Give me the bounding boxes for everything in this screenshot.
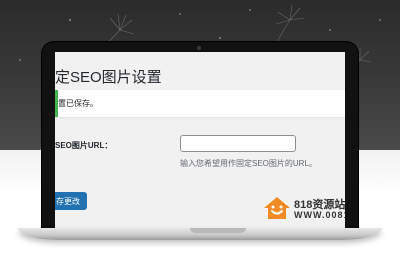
house-logo-icon [264, 197, 290, 219]
site-watermark: 818资源站 WWW.0081 [262, 192, 345, 232]
laptop-base [18, 228, 382, 240]
page-title: 定SEO图片设置 [55, 69, 162, 86]
watermark-domain: WWW.0081 [294, 210, 345, 220]
camera-icon [197, 46, 201, 50]
notice-text: 置已保存。 [58, 99, 98, 108]
laptop-screen: 定SEO图片设置 置已保存。 SEO图片URL： 输入您希望用作固定SEO图片的… [55, 52, 345, 232]
save-changes-button[interactable]: 存更改 [55, 192, 87, 210]
field-description: 输入您希望用作固定SEO图片的URL。 [180, 159, 317, 168]
seo-image-url-input[interactable] [180, 135, 296, 152]
seo-image-url-label: SEO图片URL： [55, 141, 113, 150]
laptop-notch [190, 228, 246, 233]
settings-saved-notice: 置已保存。 [55, 90, 345, 117]
